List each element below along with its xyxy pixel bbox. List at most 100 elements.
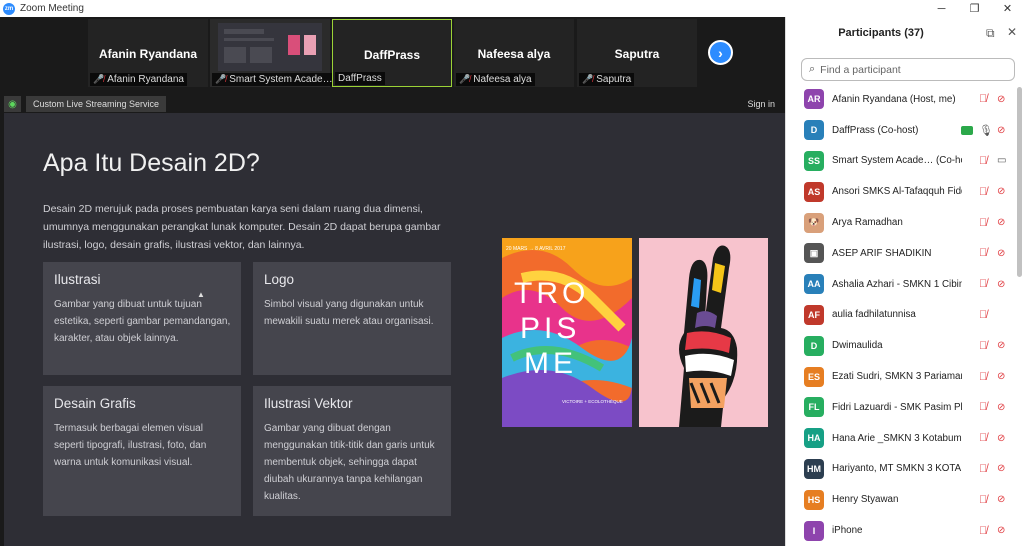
video-camera-off-icon[interactable]: ⊘ (997, 279, 1005, 290)
mic-muted-icon[interactable]: 🎙̸ (979, 217, 987, 229)
card-desain-grafis: Desain Grafis Termasuk berbagai elemen v… (43, 386, 241, 516)
video-tile[interactable]: Afanin Ryandana 🎤̸ Afanin Ryandana (88, 19, 208, 87)
video-camera-off-icon[interactable]: ⊘ (997, 371, 1005, 382)
slide-title: Apa Itu Desain 2D? (43, 149, 260, 177)
mic-muted-icon[interactable]: 🎙̸ (979, 463, 987, 475)
participant-name: Henry Styawan (832, 494, 899, 506)
video-camera-off-icon[interactable]: ⊘ (997, 463, 1005, 474)
mic-muted-icon[interactable]: 🎙̸ (979, 186, 987, 198)
participant-row[interactable]: AR Afanin Ryandana (Host, me) 🎙̸ ⊘ (786, 84, 1021, 115)
card-ilustrasi: Ilustrasi Gambar yang dibuat untuk tujua… (43, 262, 241, 375)
participant-row[interactable]: D Dwimaulida 🎙̸ ⊘ (786, 330, 1021, 361)
mic-muted-icon[interactable]: 🎙̸ (979, 525, 987, 537)
mouse-cursor-icon: ▲ (197, 290, 205, 299)
mic-muted-icon[interactable]: 🎙̸ (979, 494, 987, 506)
video-camera-off-icon[interactable]: ⊘ (997, 94, 1005, 105)
video-tile-screenshare[interactable]: 🎤̸ Smart System Acade… (210, 19, 336, 87)
participant-row[interactable]: HA Hana Arie _SMKN 3 Kotabumi 🎙̸ ⊘ (786, 423, 1021, 454)
mic-muted-icon[interactable]: 🎙̸ (979, 247, 987, 259)
video-camera-off-icon[interactable]: ⊘ (997, 248, 1005, 259)
video-tile[interactable]: Nafeesa alya 🎤̸ Nafeesa alya (454, 19, 574, 87)
close-panel-icon[interactable]: ✕ (1007, 25, 1017, 39)
screen-share-icon (961, 125, 973, 135)
mic-muted-icon[interactable]: 🎙̸ (979, 278, 987, 290)
window-titlebar: zm Zoom Meeting ─ ❐ ✕ (0, 0, 1024, 17)
mic-icon[interactable]: 🎙 (979, 124, 993, 137)
mic-muted-icon[interactable]: 🎙̸ (979, 432, 987, 444)
sign-in-button[interactable]: Sign in (743, 96, 779, 112)
popout-icon[interactable]: ⧉ (986, 26, 995, 41)
avatar: SS (804, 150, 824, 171)
tile-display-name: Nafeesa alya (477, 47, 551, 61)
next-page-button[interactable]: › (708, 40, 733, 65)
participant-name: iPhone (832, 525, 863, 537)
participant-row[interactable]: SS Smart System Acade… (Co-host) 🎙̸ ▭ (786, 146, 1021, 177)
video-strip: Afanin Ryandana 🎤̸ Afanin Ryandana 🎤̸ Smar… (0, 17, 785, 88)
avatar: HA (804, 428, 824, 449)
poster-hand-illustration (639, 238, 768, 427)
participant-row[interactable]: AS Ansori SMKS Al-Tafaqquh Fiddi… 🎙̸ ⊘ (786, 176, 1021, 207)
search-icon: ⌕ (809, 63, 816, 75)
minimize-icon[interactable]: ─ (925, 0, 958, 17)
video-camera-off-icon[interactable]: ⊘ (997, 186, 1005, 197)
meeting-area: Afanin Ryandana 🎤̸ Afanin Ryandana 🎤̸ Smar… (0, 17, 785, 546)
scrollbar[interactable] (1017, 87, 1022, 277)
participant-search[interactable]: ⌕ (801, 58, 1015, 81)
card-text: Termasuk berbagai elemen visual seperti … (54, 423, 207, 468)
avatar: AS (804, 181, 824, 202)
participant-row[interactable]: HM Hariyanto, MT SMKN 3 KOTAB… 🎙̸ ⊘ (786, 454, 1021, 485)
card-text: Simbol visual yang digunakan untuk mewak… (264, 299, 434, 327)
avatar: AF (804, 304, 824, 325)
participant-row[interactable]: AA Ashalia Azhari - SMKN 1 Cibin… 🎙̸ ⊘ (786, 269, 1021, 300)
video-camera-off-icon[interactable]: ⊘ (997, 494, 1005, 505)
avatar: FL (804, 397, 824, 418)
video-camera-off-icon[interactable]: ⊘ (997, 217, 1005, 228)
search-input[interactable] (820, 63, 1001, 76)
mic-muted-icon[interactable]: 🎙̸ (979, 340, 987, 352)
video-camera-off-icon[interactable]: ⊘ (997, 433, 1005, 444)
mic-muted-icon: 🎤̸ (582, 74, 594, 84)
participants-panel: Participants (37) ⧉ ✕ ⌕ AR Afanin Ryandan… (785, 17, 1024, 546)
live-stream-icon[interactable]: ◉ (4, 96, 21, 112)
participant-name: Ashalia Azhari - SMKN 1 Cibin… (832, 278, 962, 290)
tile-name-tag: DaffPrass (335, 72, 385, 85)
participant-row[interactable]: ES Ezati Sudri, SMKN 3 Pariaman 🎙̸ ⊘ (786, 361, 1021, 392)
participant-name: Afanin Ryandana (Host, me) (832, 93, 956, 105)
poster-word-3: ME (524, 347, 577, 380)
participants-title: Participants (37) (838, 27, 924, 39)
avatar: AA (804, 274, 824, 295)
poster-word-2: PIS (520, 312, 580, 345)
participant-row[interactable]: HS Henry Styawan 🎙̸ ⊘ (786, 484, 1021, 515)
participant-row[interactable]: 🐶 Arya Ramadhan 🎙̸ ⊘ (786, 207, 1021, 238)
mic-muted-icon[interactable]: 🎙̸ (979, 155, 987, 167)
mic-muted-icon[interactable]: 🎙̸ (979, 401, 987, 413)
window-controls: ─ ❐ ✕ (925, 0, 1024, 17)
video-camera-off-icon[interactable]: ⊘ (997, 402, 1005, 413)
custom-live-streaming-label[interactable]: Custom Live Streaming Service (26, 96, 167, 112)
zoom-app-icon: zm (3, 2, 15, 15)
participant-row[interactable]: ▣ ASEP ARIF SHADIKIN 🎙̸ ⊘ (786, 238, 1021, 269)
participant-name: DaffPrass (Co-host) (832, 124, 919, 136)
participant-row[interactable]: AF aulia fadhilatunnisa 🎙̸ (786, 300, 1021, 331)
mic-muted-icon[interactable]: 🎙̸ (979, 93, 987, 105)
maximize-icon[interactable]: ❐ (958, 0, 991, 17)
participant-row[interactable]: D DaffPrass (Co-host) 🎙 ⊘ (786, 115, 1021, 146)
tile-name-tag: 🎤̸ Saputra (579, 73, 635, 86)
participant-row[interactable]: FL Fidri Lazuardi - SMK Pasim Plus 🎙̸ ⊘ (786, 392, 1021, 423)
video-tile-active-speaker[interactable]: DaffPrass DaffPrass (332, 19, 452, 87)
video-camera-icon[interactable]: ▭ (997, 155, 1006, 166)
participant-row[interactable]: IiPhone 🎙̸ ⊘ (786, 515, 1021, 546)
tile-name-tag: 🎤̸ Smart System Acade… (212, 73, 336, 86)
video-camera-off-icon[interactable]: ⊘ (997, 525, 1005, 536)
close-icon[interactable]: ✕ (991, 0, 1024, 17)
window-title: Zoom Meeting (20, 3, 84, 14)
mic-muted-icon[interactable]: 🎙̸ (979, 309, 987, 321)
video-tile[interactable]: Saputra 🎤̸ Saputra (577, 19, 697, 87)
video-camera-off-icon[interactable]: ⊘ (997, 125, 1005, 136)
tile-name-tag: 🎤̸ Nafeesa alya (456, 73, 535, 86)
video-camera-off-icon[interactable]: ⊘ (997, 340, 1005, 351)
participant-name: Ansori SMKS Al-Tafaqquh Fiddi… (832, 186, 962, 198)
mic-muted-icon[interactable]: 🎙̸ (979, 371, 987, 383)
tile-display-name: Saputra (614, 47, 660, 61)
participant-name: aulia fadhilatunnisa (832, 309, 916, 321)
